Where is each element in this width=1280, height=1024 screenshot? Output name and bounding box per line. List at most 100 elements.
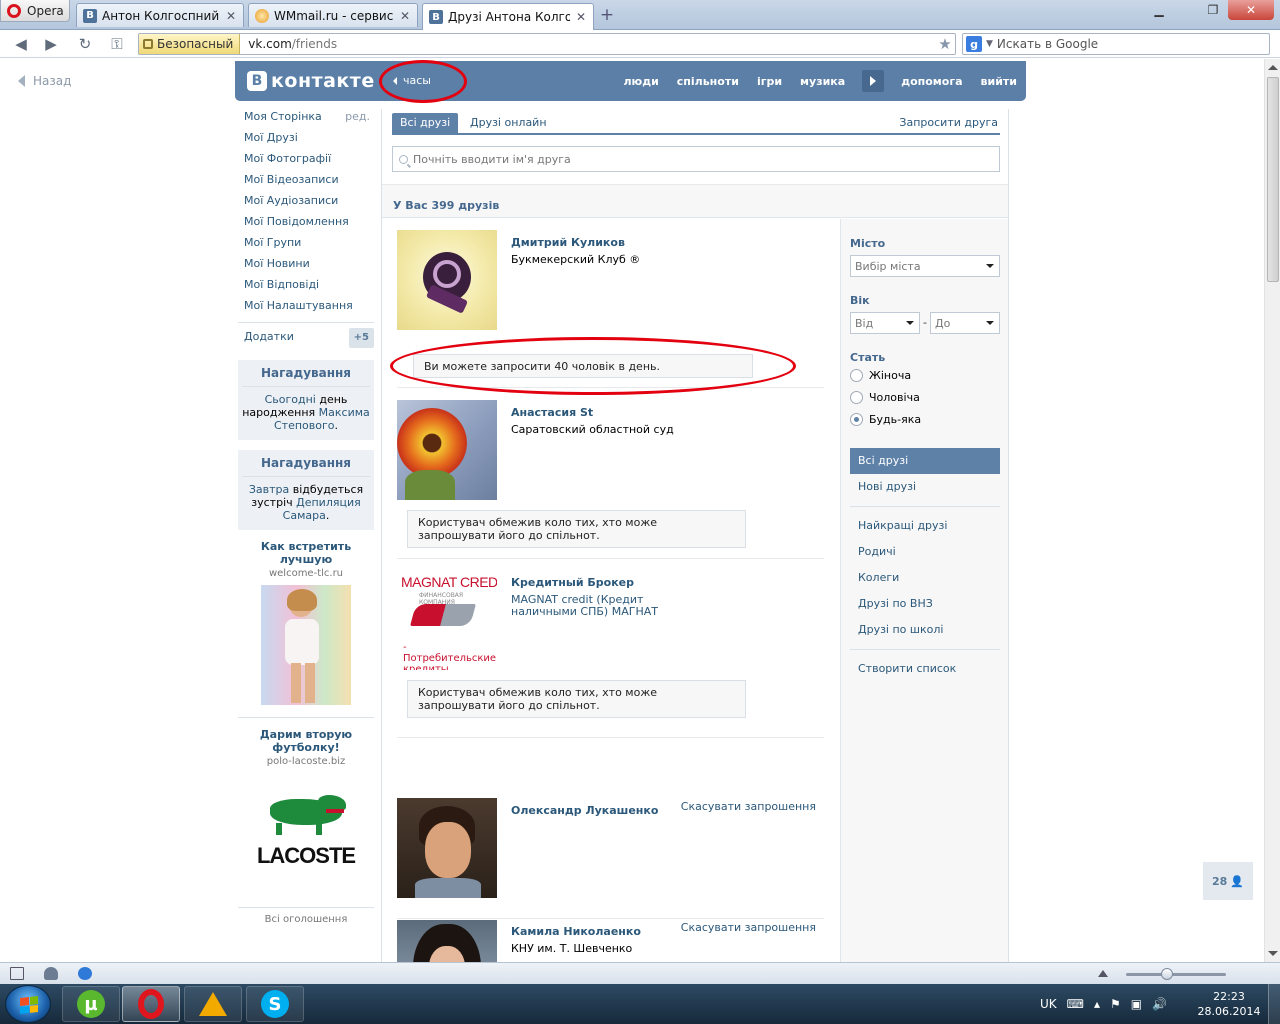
friend-name[interactable]: Кредитный Брокер — [511, 576, 634, 589]
browser-tab-3-active[interactable]: B Друзі Антона Колгосп... ✕ — [422, 3, 594, 30]
invite-friend-link[interactable]: Запросити друга — [899, 113, 998, 133]
zoom-slider-track[interactable] — [1126, 973, 1226, 976]
vk-logo[interactable]: В контакте — [247, 70, 375, 92]
reminder-date-link[interactable]: Сьогодні — [265, 393, 316, 406]
maximize-button[interactable]: ❐ — [1200, 0, 1226, 20]
scroll-down-icon[interactable] — [1268, 951, 1278, 956]
friend-name[interactable]: Анастасия St — [511, 406, 593, 419]
network-icon[interactable]: ▣ — [1131, 997, 1142, 1011]
nav-communities[interactable]: спільноти — [668, 75, 748, 88]
menu-my-answers[interactable]: Мої Відповіді — [238, 277, 374, 298]
page-scrollbar[interactable] — [1264, 59, 1280, 962]
tray-arrow-icon[interactable]: ▴ — [1094, 997, 1100, 1011]
cancel-invite-link[interactable]: Скасувати запрошення — [681, 921, 816, 934]
list-school-friends[interactable]: Друзі по школі — [850, 617, 1000, 643]
list-university-friends[interactable]: Друзі по ВНЗ — [850, 591, 1000, 617]
google-icon[interactable]: g — [966, 36, 982, 52]
friend-search-input[interactable]: Почніть вводити ім'я друга — [392, 146, 1000, 172]
menu-my-friends[interactable]: Мої Друзі — [238, 130, 374, 151]
menu-my-videos[interactable]: Мої Відеозаписи — [238, 172, 374, 193]
friend-avatar[interactable] — [397, 798, 497, 898]
list-new-friends[interactable]: Нові друзі — [850, 474, 1000, 500]
friend-avatar[interactable]: MAGNAT CREDIT ФИНАНСОВАЯ КОМПАНИЯ - Потр… — [397, 570, 497, 670]
reminder-date-link[interactable]: Завтра — [249, 483, 289, 496]
menu-my-audio[interactable]: Мої Аудіозаписи — [238, 193, 374, 214]
sex-radio-any[interactable]: Будь-яка — [850, 413, 921, 426]
cloud-icon[interactable] — [44, 967, 58, 980]
ad-block-1[interactable]: Как встретить лучшую welcome-tlc.ru — [238, 540, 374, 718]
address-bar[interactable]: Безопасный vk.com/friends ★ — [138, 33, 956, 55]
nav-music[interactable]: музика — [791, 75, 854, 88]
ad-image[interactable] — [261, 585, 351, 705]
ad-block-2[interactable]: Дарим вторую футболку! polo-lacoste.biz … — [238, 728, 374, 908]
ad-title[interactable]: Как встретить лучшую — [238, 540, 374, 566]
utorrent-taskbar-button[interactable]: µ — [62, 986, 120, 1022]
nav-people[interactable]: люди — [614, 75, 667, 88]
age-from-select[interactable]: Від — [850, 312, 920, 334]
menu-my-news[interactable]: Мої Новини — [238, 256, 374, 277]
tab-friends-online[interactable]: Друзі онлайн — [462, 113, 555, 133]
lacoste-logo-icon[interactable]: LACOSTE — [256, 785, 356, 885]
close-window-button[interactable]: ✕ — [1228, 0, 1274, 20]
browser-tab-1[interactable]: B Антон Колгоспний ✕ — [76, 3, 244, 27]
menu-my-groups[interactable]: Мої Групи — [238, 235, 374, 256]
list-colleagues[interactable]: Колеги — [850, 565, 1000, 591]
ad-title[interactable]: Дарим вторую футболку! — [238, 728, 374, 754]
cancel-invite-link[interactable]: Скасувати запрошення — [681, 800, 816, 813]
create-list-link[interactable]: Створити список — [850, 656, 1000, 682]
messages-count-badge[interactable]: 28 👤 — [1203, 862, 1253, 900]
tab-all-friends[interactable]: Всі друзі — [392, 113, 459, 133]
edit-link[interactable]: ред. — [345, 109, 370, 125]
url-text[interactable]: vk.com/friends — [240, 37, 935, 51]
sex-radio-female[interactable]: Жіноча — [850, 369, 911, 382]
all-ads-link[interactable]: Всі оголошення — [238, 914, 374, 925]
chevron-down-icon[interactable]: ▼ — [986, 39, 993, 49]
friend-avatar[interactable] — [397, 400, 497, 500]
search-engine-field[interactable]: g ▼ Искать в Google — [962, 33, 1270, 55]
menu-my-messages[interactable]: Мої Повідомлення — [238, 214, 374, 235]
friend-info-link[interactable]: MAGNAT credit (Кредит наличными СПБ) МАГ… — [511, 594, 701, 618]
show-desktop-button[interactable] — [1268, 984, 1280, 1024]
friend-name[interactable]: Дмитрий Куликов — [511, 236, 625, 249]
aimp-taskbar-button[interactable] — [184, 986, 242, 1022]
age-to-select[interactable]: До — [930, 312, 1000, 334]
friend-name[interactable]: Олександр Лукашенко — [511, 804, 658, 817]
volume-icon[interactable]: 🔊 — [1152, 997, 1167, 1011]
tab-close-icon[interactable]: ✕ — [575, 10, 587, 24]
friend-name[interactable]: Камила Николаенко — [511, 925, 641, 938]
reload-icon[interactable]: ↻ — [74, 34, 96, 54]
menu-my-photos[interactable]: Мої Фотографії — [238, 151, 374, 172]
friend-avatar[interactable] — [397, 920, 497, 962]
skype-taskbar-button[interactable]: S — [246, 986, 304, 1022]
tab-close-icon[interactable]: ✕ — [399, 9, 411, 23]
menu-apps[interactable]: Додатки +5 — [238, 328, 374, 350]
nav-games[interactable]: ігри — [748, 75, 791, 88]
list-relatives[interactable]: Родичі — [850, 539, 1000, 565]
security-badge[interactable]: Безопасный — [139, 34, 241, 54]
scroll-up-icon[interactable] — [1268, 65, 1278, 70]
apps-badge[interactable]: +5 — [348, 328, 374, 348]
opera-menu-button[interactable]: Opera — [0, 0, 70, 22]
list-all-friends[interactable]: Всі друзі — [850, 448, 1000, 474]
friend-avatar[interactable] — [397, 230, 497, 330]
new-tab-button[interactable]: + — [598, 6, 616, 24]
list-best-friends[interactable]: Найкращі друзі — [850, 513, 1000, 539]
keyboard-icon[interactable]: ⌨ — [1067, 997, 1084, 1011]
city-select[interactable]: Вибір міста — [850, 255, 1000, 277]
zoom-slider-knob[interactable] — [1161, 968, 1173, 980]
back-arrow-icon[interactable]: ◀ — [10, 34, 32, 54]
back-link[interactable]: Назад — [18, 74, 71, 88]
key-icon[interactable]: ⚿ — [106, 34, 128, 54]
opera-taskbar-button[interactable] — [122, 986, 180, 1022]
nav-logout[interactable]: вийти — [972, 75, 1026, 88]
minimize-button[interactable]: ▁ — [1146, 0, 1172, 20]
start-button[interactable] — [5, 985, 51, 1023]
forward-arrow-icon[interactable]: ▶ — [40, 34, 62, 54]
view-options-icon[interactable] — [1098, 970, 1108, 977]
sex-radio-male[interactable]: Чоловіча — [850, 391, 920, 404]
menu-my-settings[interactable]: Мої Налаштування — [238, 298, 374, 319]
browser-tab-2[interactable]: WMmail.ru - сервис п... ✕ — [248, 3, 418, 27]
nav-help[interactable]: допомога — [892, 75, 971, 88]
scroll-thumb[interactable] — [1267, 77, 1279, 282]
menu-my-page[interactable]: Моя Сторінка ред. — [238, 109, 374, 130]
